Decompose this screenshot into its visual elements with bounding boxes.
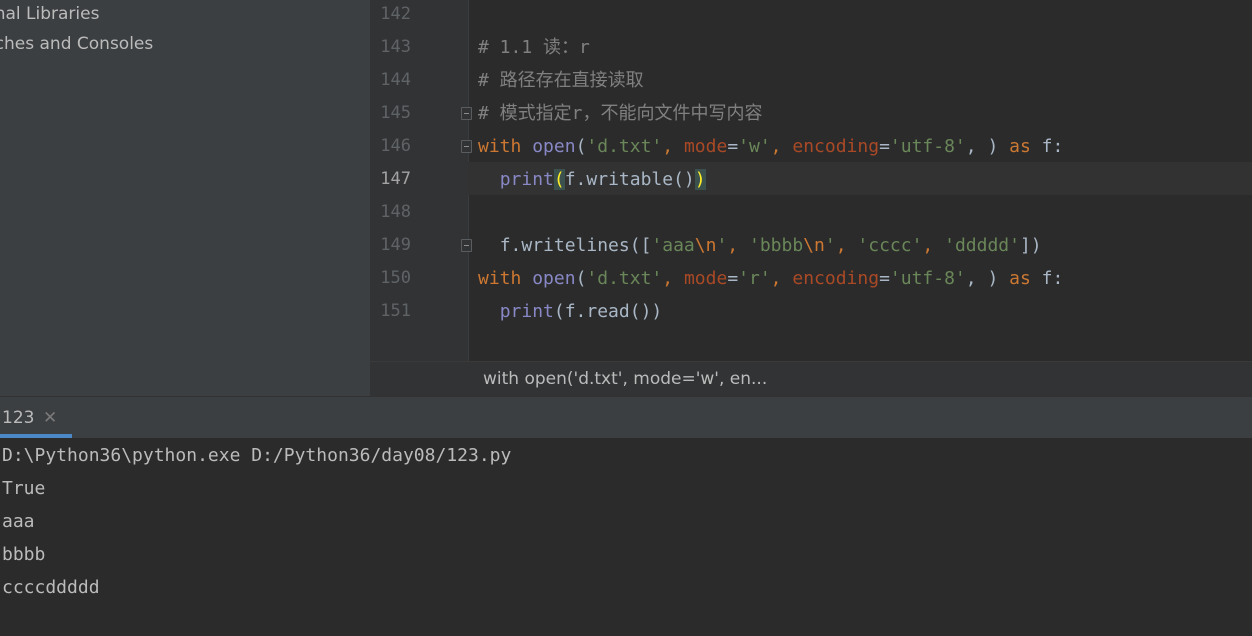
run-tab-label: 123 [2,408,35,428]
run-tool-window-header: 123 ✕ [0,396,1252,438]
ide-window: rnal Libraries tches and Consoles 142 14… [0,0,1252,636]
line-number: 144 [380,70,411,90]
line-number-current: 147 [380,169,411,189]
fold-start-icon[interactable] [461,140,472,153]
line-number: 148 [380,202,411,222]
close-icon[interactable]: ✕ [43,397,57,435]
sidebar-item-external-libraries[interactable]: rnal Libraries [0,0,99,28]
line-number: 145 [380,103,411,123]
code-line-149: f.writelines(['aaa\n', 'bbbb\n', 'cccc',… [499,235,1042,256]
run-console-output[interactable]: D:\Python36\python.exe D:/Python36/day08… [0,438,1252,636]
line-number: 151 [380,301,411,321]
fold-end-icon[interactable] [461,107,472,120]
line-number: 143 [380,37,411,57]
line-number: 150 [380,268,411,288]
project-sidebar: rnal Libraries tches and Consoles [0,0,370,396]
console-line: bbbb [2,544,46,565]
code-line-150: with open('d.txt', mode='r', encoding='u… [478,268,1064,289]
console-line: aaa [2,511,35,532]
brace-match-open: ( [553,169,565,190]
code-line-144: # 路径存在直接读取 [478,70,644,91]
code-line-143: # 1.1 读：r [478,37,590,58]
line-number: 149 [380,235,411,255]
console-line: ccccddddd [2,577,100,598]
run-tab-123[interactable]: 123 ✕ [0,397,72,438]
code-line-146: with open('d.txt', mode='w', encoding='u… [478,136,1064,157]
sidebar-item-scratches-and-consoles[interactable]: tches and Consoles [0,30,153,58]
editor-gutter: 142 143 144 145 146 147 148 149 150 151 [370,0,468,361]
code-line-151: print(f.read()) [499,301,663,322]
fold-end-icon[interactable] [461,239,472,252]
console-line: D:\Python36\python.exe D:/Python36/day08… [2,445,512,466]
code-line-145: # 模式指定r，不能向文件中写内容 [478,103,763,124]
breadcrumb-item[interactable]: with open('d.txt', mode='w', en... [483,362,767,397]
breadcrumb: with open('d.txt', mode='w', en... [370,361,1252,396]
console-line: True [2,478,46,499]
code-line-147: print(f.writable()) [499,169,706,190]
brace-match-close: ) [694,169,706,190]
line-number: 142 [380,4,411,24]
line-number: 146 [380,136,411,156]
code-editor[interactable]: 142 143 144 145 146 147 148 149 150 151 … [370,0,1252,361]
